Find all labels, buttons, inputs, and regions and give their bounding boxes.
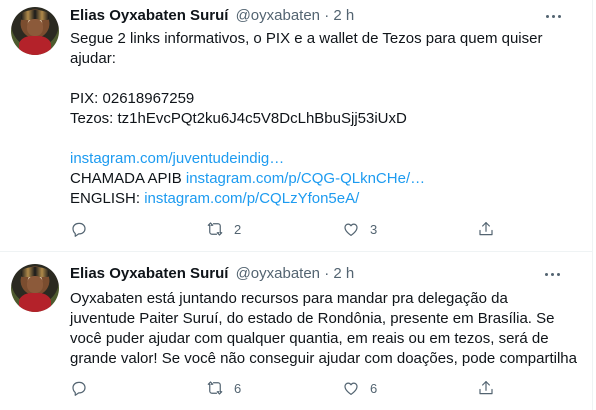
text-line: grande valor! Se você não conseguir ajud…	[70, 349, 577, 369]
avatar-body	[19, 293, 51, 312]
like-count: 6	[370, 380, 378, 396]
text-span: Tezos: tz1hEvcPQt2ku6J4c5V8DcLhBbuSjj53i…	[70, 110, 407, 127]
retweet-count: 2	[234, 221, 242, 237]
text-line-blank	[70, 129, 570, 149]
text-span: grande valor! Se você não conseguir ajud…	[70, 350, 577, 367]
text-span: ENGLISH:	[70, 190, 145, 207]
text-line: você puder ajudar com qualquer quantia, …	[70, 329, 570, 349]
reply-icon	[72, 381, 86, 396]
tweet-timestamp[interactable]: 2 h	[333, 7, 354, 24]
retweet-icon	[207, 381, 223, 395]
heart-icon	[344, 223, 358, 236]
reply-button[interactable]	[70, 378, 98, 398]
avatar-body	[19, 36, 51, 55]
reply-icon	[72, 222, 86, 237]
text-span: Segue 2 links informativos, o PIX e a wa…	[70, 30, 543, 47]
text-line-link: ENGLISH: instagram.com/p/CQLzYfon5eA/	[70, 189, 570, 209]
instagram-link[interactable]: instagram.com/p/CQLzYfon5eA/	[144, 190, 359, 207]
text-line: ajudar:	[70, 49, 570, 69]
like-button[interactable]: 6	[342, 378, 377, 398]
text-line-pix: PIX: 02618967259	[70, 89, 570, 109]
retweet-button[interactable]: 2	[206, 219, 241, 239]
avatar[interactable]	[11, 7, 59, 55]
tweet-header: Elias Oyxabaten Suruí @oyxabaten · 2 h	[70, 264, 354, 284]
share-icon	[479, 222, 493, 236]
avatar-face	[27, 276, 43, 293]
text-line-link: CHAMADA APIB instagram.com/p/CQG-QLknCHe…	[70, 169, 570, 189]
heart-icon	[344, 382, 358, 395]
instagram-link[interactable]: instagram.com/juventudeindig…	[70, 150, 284, 167]
share-icon	[479, 381, 493, 395]
avatar-face	[27, 19, 43, 36]
text-span: PIX: 02618967259	[70, 90, 195, 107]
retweet-icon	[207, 222, 223, 236]
author-name[interactable]: Elias Oyxabaten Suruí	[70, 265, 228, 282]
author-handle[interactable]: @oyxabaten	[236, 7, 320, 24]
header-separator: ·	[324, 265, 330, 282]
text-span: você puder ajudar com qualquer quantia, …	[70, 330, 549, 347]
text-span: CHAMADA APIB	[70, 170, 186, 187]
author-name[interactable]: Elias Oyxabaten Suruí	[70, 7, 228, 24]
like-button[interactable]: 3	[342, 219, 377, 239]
text-line-tezos: Tezos: tz1hEvcPQt2ku6J4c5V8DcLhBbuSjj53i…	[70, 109, 570, 129]
avatar[interactable]	[11, 264, 59, 312]
text-span: Oyxabaten está juntando recursos para ma…	[70, 290, 508, 307]
share-button[interactable]	[477, 378, 495, 398]
timeline-feed: Elias Oyxabaten Suruí @oyxabaten · 2 h S…	[0, 0, 593, 410]
text-line: Segue 2 links informativos, o PIX e a wa…	[70, 29, 570, 49]
text-line: Oyxabaten está juntando recursos para ma…	[70, 289, 570, 309]
retweet-button[interactable]: 6	[206, 378, 241, 398]
text-span: ajudar:	[70, 50, 116, 67]
author-handle[interactable]: @oyxabaten	[236, 265, 320, 282]
retweet-count: 6	[234, 380, 242, 396]
reply-button[interactable]	[70, 219, 98, 239]
instagram-link[interactable]: instagram.com/p/CQG-QLknCHe/…	[186, 170, 425, 187]
header-separator: ·	[324, 7, 330, 24]
like-count: 3	[370, 221, 378, 237]
tweet-actions: 6 6	[70, 378, 510, 398]
tweet-actions: 2 3	[70, 219, 510, 239]
text-line-blank	[70, 69, 570, 89]
text-line: juventude Paiter Suruí, do estado de Ron…	[70, 309, 570, 329]
more-icon[interactable]	[542, 264, 562, 284]
tweet-text: Segue 2 links informativos, o PIX e a wa…	[70, 29, 570, 209]
tweet-timestamp[interactable]: 2 h	[333, 265, 354, 282]
tweet-text: Oyxabaten está juntando recursos para ma…	[70, 289, 577, 369]
more-icon[interactable]	[543, 6, 563, 26]
share-button[interactable]	[477, 219, 495, 239]
text-line-link: instagram.com/juventudeindig…	[70, 149, 570, 169]
text-span: juventude Paiter Suruí, do estado de Ron…	[70, 310, 555, 327]
tweet-header: Elias Oyxabaten Suruí @oyxabaten · 2 h	[70, 6, 354, 26]
tweet[interactable]: Elias Oyxabaten Suruí @oyxabaten · 2 h S…	[0, 0, 593, 252]
